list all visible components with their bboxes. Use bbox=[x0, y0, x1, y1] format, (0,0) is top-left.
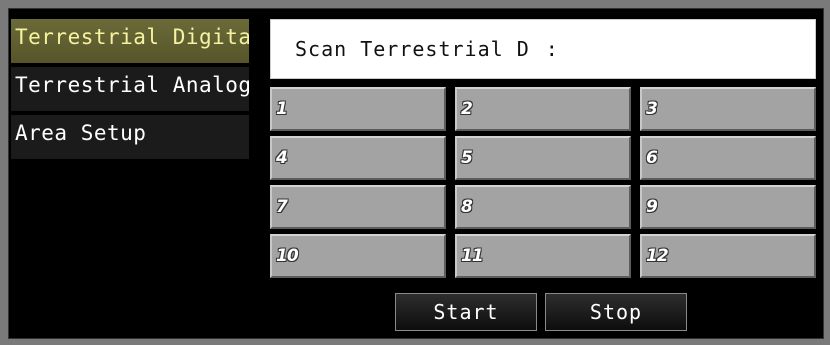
channel-preset-9[interactable]: 9 bbox=[640, 185, 816, 229]
channel-number: 5 bbox=[461, 148, 473, 168]
sidebar-item-label: Area Setup bbox=[15, 121, 147, 145]
channel-preset-8[interactable]: 8 bbox=[455, 185, 631, 229]
sidebar-item-terrestrial-digital[interactable]: Terrestrial Digital bbox=[11, 19, 249, 63]
channel-number: 4 bbox=[276, 148, 288, 168]
channel-number: 9 bbox=[646, 197, 658, 217]
channel-number: 8 bbox=[461, 197, 473, 217]
channel-preset-1[interactable]: 1 bbox=[270, 87, 446, 131]
channel-preset-11[interactable]: 11 bbox=[455, 234, 631, 278]
sidebar-menu: Terrestrial Digital Terrestrial Analog A… bbox=[11, 19, 249, 163]
channel-preset-5[interactable]: 5 bbox=[455, 136, 631, 180]
channel-preset-7[interactable]: 7 bbox=[270, 185, 446, 229]
sidebar-item-label: Terrestrial Digital bbox=[15, 25, 249, 49]
stop-button[interactable]: Stop bbox=[545, 293, 687, 331]
channel-preset-2[interactable]: 2 bbox=[455, 87, 631, 131]
scan-screen: Terrestrial Digital Terrestrial Analog A… bbox=[8, 8, 824, 339]
channel-number: 3 bbox=[646, 99, 658, 119]
scan-status-display: Scan Terrestrial D: bbox=[270, 19, 816, 79]
channel-number: 6 bbox=[646, 148, 658, 168]
sidebar-item-terrestrial-analog[interactable]: Terrestrial Analog bbox=[11, 67, 249, 111]
channel-preset-3[interactable]: 3 bbox=[640, 87, 816, 131]
channel-number: 10 bbox=[276, 246, 299, 266]
channel-number: 11 bbox=[461, 246, 484, 266]
channel-number: 12 bbox=[646, 246, 669, 266]
channel-preset-12[interactable]: 12 bbox=[640, 234, 816, 278]
channel-number: 7 bbox=[276, 197, 288, 217]
sidebar-item-area-setup[interactable]: Area Setup bbox=[11, 115, 249, 159]
sidebar-item-label: Terrestrial Analog bbox=[15, 73, 249, 97]
start-button[interactable]: Start bbox=[395, 293, 537, 331]
scan-status-separator: : bbox=[545, 37, 559, 61]
channel-preset-10[interactable]: 10 bbox=[270, 234, 446, 278]
channel-number: 2 bbox=[461, 99, 473, 119]
channel-preset-grid: 1 2 3 4 5 6 7 8 9 10 11 12 bbox=[270, 87, 816, 278]
scan-status-label: Scan Terrestrial D bbox=[295, 37, 530, 61]
channel-preset-4[interactable]: 4 bbox=[270, 136, 446, 180]
channel-number: 1 bbox=[276, 99, 288, 119]
channel-preset-6[interactable]: 6 bbox=[640, 136, 816, 180]
